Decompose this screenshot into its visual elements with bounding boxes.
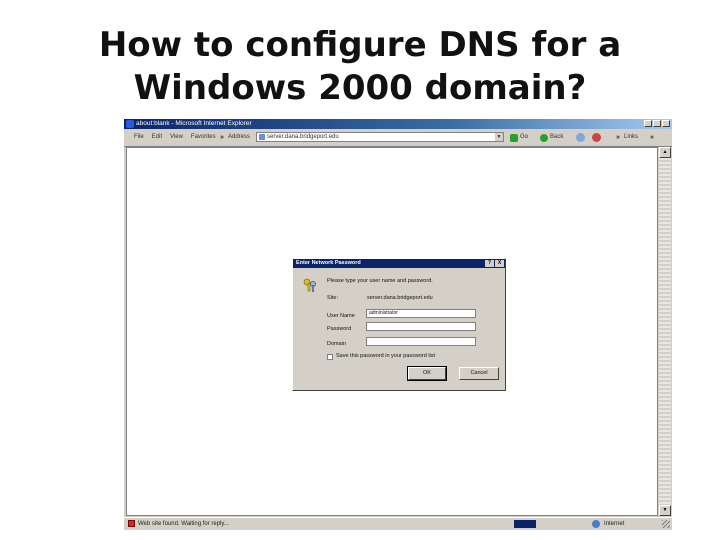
window-title: about:blank - Microsoft Internet Explore… [136, 120, 252, 127]
cancel-button[interactable]: Cancel [459, 367, 499, 380]
menu-favorites[interactable]: Favorites [191, 129, 216, 146]
address-value: server.dana.bridgeport.edu [267, 134, 339, 140]
error-icon [128, 520, 135, 527]
browser-window: about:blank - Microsoft Internet Explore… [124, 119, 672, 530]
slide-title-line-2: Windows 2000 domain? [133, 68, 587, 108]
site-label: Site: [327, 295, 339, 301]
progress-indicator [514, 520, 536, 528]
password-label: Password [327, 326, 352, 332]
back-arrow-icon [540, 133, 548, 142]
menu-chevron[interactable]: » [220, 129, 224, 146]
status-bar: Web site found. Waiting for reply... Int… [124, 517, 672, 530]
dialog-help-button[interactable]: ? [485, 260, 494, 267]
slide-title-line-1: How to configure DNS for a [98, 25, 622, 65]
forward-icon[interactable] [576, 133, 585, 142]
browser-title-bar[interactable]: about:blank - Microsoft Internet Explore… [124, 119, 672, 129]
ie-icon [126, 120, 134, 128]
close-window-button[interactable] [662, 120, 670, 127]
dialog-prompt: Please type your user name and password. [327, 278, 433, 284]
domain-label: Domain [327, 341, 346, 347]
menu-file[interactable]: File [134, 129, 144, 146]
user-name-label: User Name [327, 313, 355, 319]
stop-icon[interactable] [592, 133, 601, 142]
back-label: Back [550, 134, 564, 140]
slide-title: How to configure DNS for a Windows 2000 … [0, 24, 720, 110]
ok-button[interactable]: OK [407, 366, 447, 381]
page-icon [259, 134, 265, 140]
security-zone: Internet [604, 521, 625, 527]
site-value: server.dana.bridgeport.edu [367, 295, 433, 301]
scroll-down-icon[interactable]: ▼ [659, 505, 671, 516]
go-arrow-icon [510, 133, 518, 142]
toolbar-chevron[interactable]: » [616, 129, 620, 146]
vertical-scrollbar[interactable]: ▲ ▼ [659, 147, 671, 516]
links-chevron[interactable]: » [650, 129, 654, 146]
user-name-field[interactable]: administrator [366, 309, 476, 318]
menu-view[interactable]: View [170, 129, 183, 146]
globe-icon [592, 520, 600, 528]
back-button[interactable]: Back [540, 131, 563, 144]
resize-grip[interactable] [662, 520, 670, 528]
keys-icon [303, 278, 316, 292]
status-text: Web site found. Waiting for reply... [138, 521, 229, 527]
dialog-title: Enter Network Password [296, 260, 361, 266]
network-password-dialog: Enter Network Password ? X Please type y… [292, 258, 506, 391]
dialog-close-button[interactable]: X [495, 260, 504, 267]
window-controls [644, 120, 670, 127]
password-field[interactable] [366, 322, 476, 331]
go-label: Go [520, 134, 529, 140]
browser-toolbar: File Edit View Favorites » Address serve… [124, 129, 672, 147]
links-label[interactable]: Links [624, 129, 638, 146]
dialog-title-bar[interactable]: Enter Network Password ? X [293, 259, 505, 268]
domain-field[interactable] [366, 337, 476, 346]
address-bar[interactable]: server.dana.bridgeport.edu ▼ [256, 132, 504, 142]
scroll-up-icon[interactable]: ▲ [659, 147, 671, 158]
save-password-label[interactable]: Save this password in your password list [336, 353, 435, 359]
menu-bar: File Edit View Favorites [134, 129, 216, 146]
minimize-button[interactable] [644, 120, 652, 127]
maximize-button[interactable] [653, 120, 661, 127]
address-dropdown-icon[interactable]: ▼ [495, 133, 503, 141]
go-button[interactable]: Go [510, 131, 528, 144]
save-password-checkbox[interactable] [327, 354, 333, 360]
menu-edit[interactable]: Edit [152, 129, 162, 146]
address-label: Address [228, 134, 251, 140]
